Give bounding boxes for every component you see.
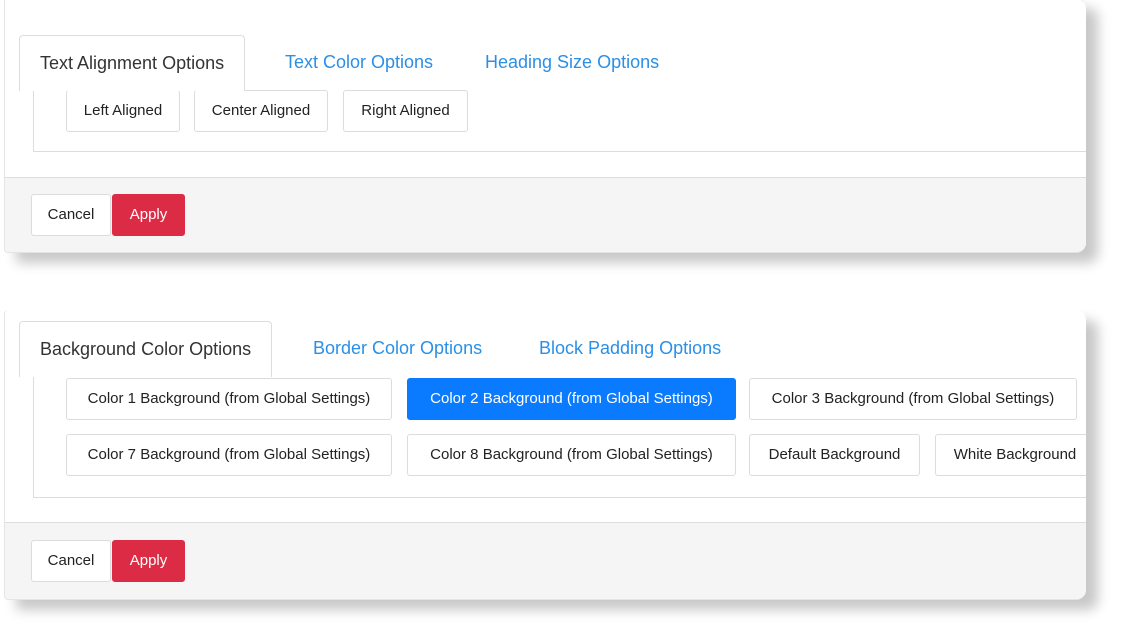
right-aligned-option[interactable]: Right Aligned	[343, 90, 468, 132]
cancel-button[interactable]: Cancel	[31, 194, 111, 236]
background-options-footer: Cancel Apply	[5, 522, 1086, 599]
tab-text-color-options[interactable]: Text Color Options	[285, 35, 433, 90]
left-aligned-option[interactable]: Left Aligned	[66, 90, 180, 132]
apply-button[interactable]: Apply	[112, 194, 185, 236]
background-color-content: Color 1 Background (from Global Settings…	[33, 376, 1086, 498]
background-options-tabs: Background Color Options Border Color Op…	[19, 321, 1086, 377]
tab-block-padding-options[interactable]: Block Padding Options	[539, 321, 721, 376]
text-options-tabs: Text Alignment Options Text Color Option…	[19, 35, 1086, 91]
default-background-option[interactable]: Default Background	[749, 434, 920, 476]
text-options-panel: Text Alignment Options Text Color Option…	[4, 0, 1086, 253]
tab-background-color-options[interactable]: Background Color Options	[19, 321, 273, 377]
color-7-background-option[interactable]: Color 7 Background (from Global Settings…	[66, 434, 392, 476]
color-1-background-option[interactable]: Color 1 Background (from Global Settings…	[66, 378, 392, 420]
color-8-background-option[interactable]: Color 8 Background (from Global Settings…	[407, 434, 736, 476]
cancel-button[interactable]: Cancel	[31, 540, 111, 582]
text-options-footer: Cancel Apply	[5, 177, 1086, 252]
background-options-panel: Background Color Options Border Color Op…	[4, 310, 1086, 600]
color-2-background-option[interactable]: Color 2 Background (from Global Settings…	[407, 378, 736, 420]
color-3-background-option[interactable]: Color 3 Background (from Global Settings…	[749, 378, 1077, 420]
tab-border-color-options[interactable]: Border Color Options	[313, 321, 482, 376]
tab-heading-size-options[interactable]: Heading Size Options	[485, 35, 659, 90]
tab-text-alignment-options[interactable]: Text Alignment Options	[19, 35, 246, 91]
white-background-option[interactable]: White Background	[935, 434, 1086, 476]
text-alignment-content: Left Aligned Center Aligned Right Aligne…	[33, 90, 1086, 152]
apply-button[interactable]: Apply	[112, 540, 185, 582]
center-aligned-option[interactable]: Center Aligned	[194, 90, 328, 132]
